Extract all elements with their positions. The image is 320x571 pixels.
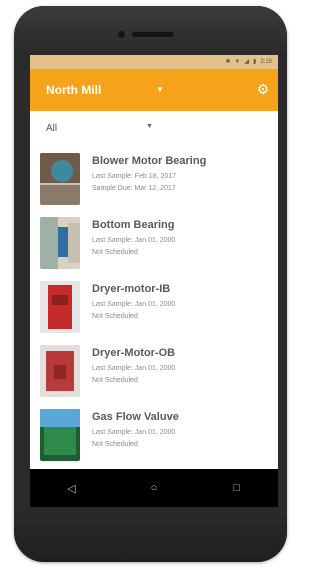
- battery-icon: ▮: [253, 59, 257, 65]
- schedule-status-text: Not Scheduled: [92, 377, 138, 384]
- bluetooth-icon: ✱: [225, 59, 231, 65]
- filter-selected-value[interactable]: All: [46, 123, 57, 134]
- last-sample-text: Last Sample: Jan 01, 2000: [92, 429, 176, 436]
- wifi-icon: ▼: [234, 59, 241, 65]
- asset-thumbnail: [40, 281, 80, 333]
- status-bar: ✱ ▼ ◢ ▮ 3:15: [30, 55, 278, 69]
- list-item[interactable]: Gas Flow Valuve Last Sample: Jan 01, 200…: [30, 401, 278, 465]
- last-sample-text: Last Sample: Jan 01, 2000: [92, 301, 176, 308]
- asset-name: Gas Flow Valuve: [92, 411, 179, 423]
- schedule-status-text: Not Scheduled: [92, 441, 138, 448]
- list-item[interactable]: Dryer-motor-IB Last Sample: Jan 01, 2000…: [30, 273, 278, 337]
- front-camera: [118, 31, 125, 38]
- site-selector[interactable]: North Mill: [46, 83, 101, 97]
- signal-icon: ◢: [244, 59, 249, 65]
- asset-name: Dryer-Motor-OB: [92, 347, 176, 359]
- sample-due-text: Sample Due: Mar 12, 2017: [92, 185, 176, 192]
- home-icon[interactable]: ○: [139, 482, 169, 494]
- status-time: 3:15: [260, 59, 272, 65]
- caret-down-icon[interactable]: ▼: [146, 123, 153, 130]
- last-sample-text: Last Sample: Feb 18, 2017: [92, 173, 177, 180]
- list-item[interactable]: Blower Motor Bearing Last Sample: Feb 18…: [30, 145, 278, 209]
- last-sample-text: Last Sample: Jan 01, 2000: [92, 365, 176, 372]
- app-bar: North Mill ▼ ⚙: [30, 69, 278, 111]
- recents-icon[interactable]: □: [222, 482, 252, 494]
- back-icon[interactable]: ◁: [56, 482, 86, 495]
- asset-thumbnail: [40, 409, 80, 461]
- asset-thumbnail: [40, 217, 80, 269]
- phone-top-bezel: [14, 6, 287, 56]
- asset-name: Bottom Bearing: [92, 219, 175, 231]
- schedule-status-text: Not Scheduled: [92, 313, 138, 320]
- asset-list: Blower Motor Bearing Last Sample: Feb 18…: [30, 145, 278, 465]
- caret-down-icon[interactable]: ▼: [156, 85, 164, 94]
- earpiece-speaker: [132, 32, 174, 37]
- list-item[interactable]: Bottom Bearing Last Sample: Jan 01, 2000…: [30, 209, 278, 273]
- schedule-status-text: Not Scheduled: [92, 249, 138, 256]
- asset-thumbnail: [40, 345, 80, 397]
- android-navigation-bar: ◁ ○ □: [30, 469, 278, 507]
- last-sample-text: Last Sample: Jan 01, 2000: [92, 237, 176, 244]
- filter-dropdown[interactable]: All ▼: [30, 111, 278, 145]
- list-item[interactable]: Dryer-Motor-OB Last Sample: Jan 01, 2000…: [30, 337, 278, 401]
- asset-thumbnail: [40, 153, 80, 205]
- phone-bottom-bezel: [14, 512, 287, 562]
- asset-name: Blower Motor Bearing: [92, 155, 207, 167]
- gear-icon[interactable]: ⚙: [254, 80, 272, 98]
- app-screen: ✱ ▼ ◢ ▮ 3:15 North Mill ▼ ⚙ All ▼ Blower…: [30, 55, 278, 507]
- asset-name: Dryer-motor-IB: [92, 283, 171, 295]
